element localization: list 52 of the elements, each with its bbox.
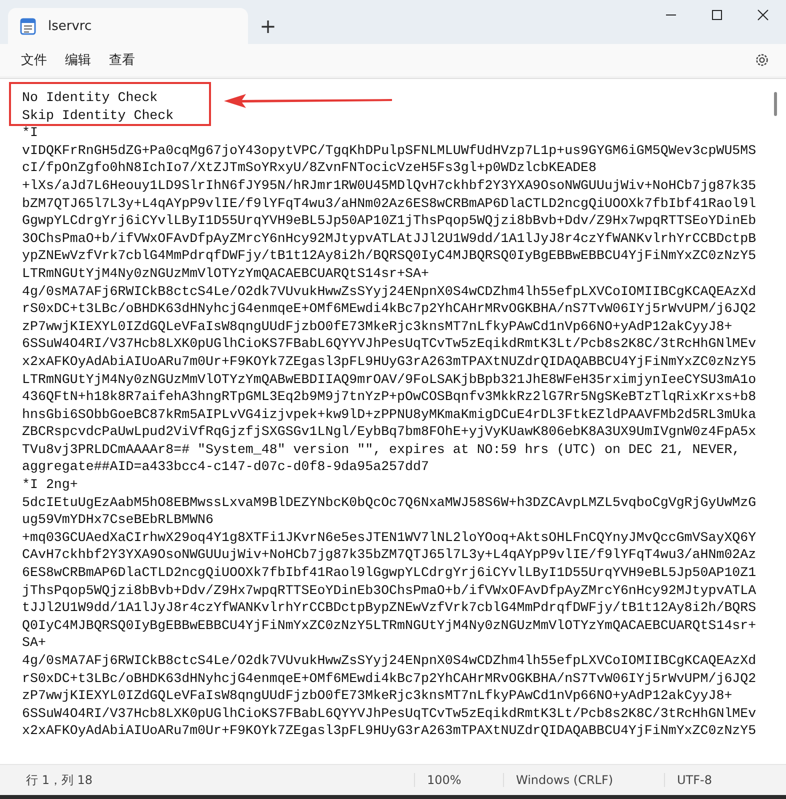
text-line: TVu8vj3PRLDCmAAAAr8=# "System_48" version "", expires at NO:59 hrs (UTC) on DEC 21, NEVER, — [22, 440, 740, 458]
text-line: rS0xDC+t3LBc/oBHDK63dHNyhcjG4enmqeE+OMf6MEwdi4kBc7p2YhCAHrMRvOGKBHA/nS7TvW06IYj5rWvUPM/j6JQ2 — [22, 300, 756, 318]
new-tab-button[interactable]: + — [248, 8, 288, 44]
text-line: vIDQKFrRnGH5dZG+Pa0cqMg67joY43opytVPC/TgqKhDPulpSFNLMLUWfUdHVzp7L1p+us9GYGM6iGM5QWev3cpWU5MS — [22, 142, 756, 160]
text-line: Skip Identity Check — [22, 106, 174, 124]
text-line: zP7wwjKIEXYL0IZdGQLeVFaIsW8qngUUdFjzbO0fE73MkeRjc3knsMT7nLfkyPAwCd1nVp66NO+yAdP12akCyyJ8+ — [22, 318, 732, 336]
text-line: x2xAFKOyAdAbiAIUoARu7m0Ur+F9KOYk7ZEgasl3pFL9HUyG3rA263mTPAXtNUZdrQIDAQABBCU4YjFiNmYxZC0zNzY5 — [22, 352, 756, 370]
text-line: 5dcIEtuUgEzAabM5hO8EBMwssLxvaM9BlDEZYNbcK0bQcOc7Q6NxaMWJ58S6W+h3DZCAvpLMZL5vqboCgVgRjGyUwMzG — [22, 494, 756, 512]
text-line: ug59VmYDHx7CseBEbRLBMWN6 — [22, 511, 214, 529]
status-item: Windows (CRLF) — [503, 773, 664, 787]
close-icon[interactable] — [757, 9, 769, 21]
menu-item[interactable]: 编辑 — [56, 47, 100, 73]
text-line: 6SSuW4O4RI/V37Hcb8LXK0pUGlhCioKS7FBabL6QYYVJhPesUqTCvTw5zEqikdRmtK3Lt/Pcb8s2K8C/3tRcHhGNlMEv — [22, 335, 756, 353]
text-line: tJJl2U1W9dd/1A1lJyJ8r4czYfWANKvlrhYrCCBDctpBypZNEwVzfVrk7cblG4MmPdrqfDWFjy/tB1t12Ay8i2h/BQRS — [22, 599, 756, 617]
scrollbar-thumb[interactable] — [774, 92, 777, 116]
text-line: 6ES8wCRBmAP6DlaCTLD2ncgQiUOOXk7fbIbf41Raol9lGgwpYLCdrgYrj6iCYvlLByI1D55UrqYVH9eBL5Jp50AP10Z1 — [22, 564, 756, 582]
text-line: LTRmNGUtYjM4Ny0zNGUzMmVlOTYzYmQACAEBCUARQtS14sr+SA+ — [22, 264, 429, 283]
text-editor[interactable] — [0, 78, 786, 764]
text-line: No Identity Check — [22, 89, 158, 107]
text-line: aggregate##AID=a433bcc4-c147-d07c-d0f8-9da95a257dd7 — [22, 458, 429, 476]
text-line: hnsGbi6SObbGoeBC87kRm5AIPLvVG4izjvpek+kw9lD+zPPNU8yMKmaKmigDCuE4rDL3FtkEZldPAAVFMb2d5RL3mUka — [22, 406, 756, 424]
text-line: GgwpYLCdrgYrj6iCYvlLByI1D55UrqYVH9eBL5Jp50AP10Z1jThsPqop5WQjzi8bBvb+Ddv/Z9Hx7wpqRTTSEoYDinEb — [22, 212, 756, 230]
text-line: CAvH7ckhbf2Y3YXA9OsoNWGUUujWiv+NoHCb7jg87k35bZM7QTJ65l7L3y+L4qAYpP9vlIE/f9lYFqT4wu3/aHNm02Az — [22, 546, 756, 564]
notepad-icon — [20, 17, 36, 35]
text-line: 6SSuW4O4RI/V37Hcb8LXK0pUGlhCioKS7FBabL6QYYVJhPesUqTCvTw5zEqikdRmtK3Lt/Pcb8s2K8C/3tRcHhGNlMEv — [22, 704, 756, 722]
settings-icon[interactable] — [754, 52, 770, 68]
text-line: rS0xDC+t3LBc/oBHDK63dHNyhcjG4enmqeE+OMf6MEwdi4kBc7p2YhCAHrMRvOGKBHA/nS7TvW06IYj5rWvUPM/j6JQ2 — [22, 670, 756, 688]
text-line: bZM7QTJ65l7L3y+L4qAYpP9vlIE/f9lYFqT4wu3/aHNm02Az6ES8wCRBmAP6DlaCTLD2ncgQiUOOXk7fbIbf41Raol9l — [22, 194, 756, 212]
text-line: Q0IyC4MJBQRSQ0IyBgEBBwEBBCU4YjFiNmYxZC0zNzY5LTRmNGUtYjM4Ny0zNGUzMmVlOTYzYmQACAEBCUARQtS14sr+ — [22, 616, 756, 634]
text-line: cI/fpOnZgfo0hN8IchIo7/XtZJTmSoYRxyU/8ZvnFNTocicVzeH5Fs3gl+p0WDzlcbKEADE8 — [22, 159, 597, 177]
text-line: +mq03GCUAedXaCIrhwX29oq4Y1g8XTFi1JKvrN6e5esJTEN1WV7lNL2loYOoq+AktsOHLFnCQYnyJMvQccGmVSayXQ6Y — [22, 528, 756, 546]
menu-item[interactable]: 查看 — [100, 47, 144, 73]
document-tab[interactable]: lservrc — [8, 8, 248, 44]
status-item: UTF-8 — [664, 773, 724, 787]
text-line: SA+ — [22, 634, 46, 652]
maximize-icon[interactable] — [711, 9, 723, 21]
text-line: LTRmNGUtYjM4Ny0zNGUzMmVlOTYzYmQABwEBDIIAQ9mrOAV/9FoLSAKjbBpb321JhE8WFeH35rximjynIeeCYSU3mA1o — [22, 370, 756, 388]
text-line: 436QFtN+h18k8R7aifehA3hngRTpGML3Eq2b9M9j7tnYzP+pOwCOSBqnfv3MkkRz2lG7Rr5NgSKeBTzTlqRixKrxs+b8 — [22, 388, 756, 406]
text-line: *I — [22, 124, 38, 142]
text-line: x2xAFKOyAdAbiAIUoARu7m0Ur+F9KOYk7ZEgasl3pFL9HUyG3rA263mTPAXtNUZdrQIDAQABBCU4YjFiNmYxZC0zNzY5 — [22, 722, 756, 740]
text-line: zP7wwjKIEXYL0IZdGQLeVFaIsW8qngUUdFjzbO0fE73MkeRjc3knsMT7nLfkyPAwCd1nVp66NO+yAdP12akCyyJ8+ — [22, 687, 732, 705]
text-line: *I 2ng+ — [22, 476, 78, 494]
text-line: 3OChsPmaO+b/ifVWxOFAvDfpAyZMrcY6nHcy92MJtypvATLAtJJl2U1W9dd/1A1lJyJ8r4czYfWANKvlrhYrCCBDctpB — [22, 230, 756, 248]
menu-item[interactable]: 文件 — [12, 47, 56, 73]
text-line: 4g/0sMA7AFj6RWICkB8ctcS4Le/O2dk7VUvukHwwZsSYyj24ENpnX0S4wCDZhm4lh55efpLXVCoIOMIIBCgKCAQEAzXd — [22, 282, 756, 300]
status-item: 行 1，列 18 — [25, 772, 94, 788]
text-line: jThsPqop5WQjzi8bBvb+Ddv/Z9Hx7wpqRTTSEoYDinEb3OChsPmaO+b/ifVWxOFAvDfpAyZMrcY6nHcy92MJtypvATLA — [22, 582, 756, 600]
text-line: ypZNEwVzfVrk7cblG4MmPdrqfDWFjy/tB1t12Ay8i2h/BQRSQ0IyC4MJBQRSQ0IyBgEBBwEBBCU4YjFiNmYxZC0zNzY5 — [22, 247, 756, 265]
text-line: 4g/0sMA7AFj6RWICkB8ctcS4Le/O2dk7VUvukHwwZsSYyj24ENpnX0S4wCDZhm4lh55efpLXVCoIOMIIBCgKCAQEAzXd — [22, 652, 756, 670]
status-item: 100% — [414, 773, 503, 787]
text-line: ZBCRspcvdcPaUwLpud2ViVfRqGjzfjSXGSGv1LNgl/EybBq7bm8FOhE+yjVyKUawK806ebK8A3UX9UmIVgnW0z4FpA5x — [22, 423, 756, 441]
text-line: +lXs/aJd7L6Heouy1LD9SlrIhN6fJY95N/hRJmr1RW0U45MDlQvH7ckhbf2Y3YXA9OsoNWGUUujWiv+NoHCb7jg87k35 — [22, 176, 756, 195]
